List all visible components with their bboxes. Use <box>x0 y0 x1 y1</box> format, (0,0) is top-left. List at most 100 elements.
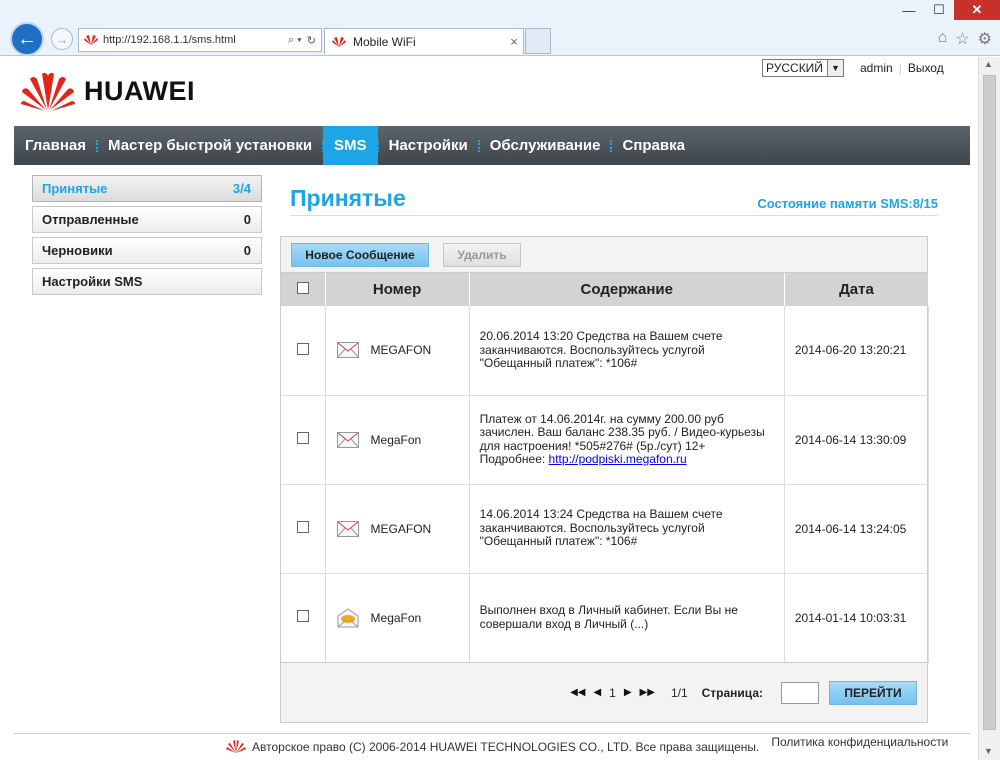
table-row[interactable]: MegaFon Выполнен вход в Личный кабинет. … <box>281 573 930 663</box>
close-window-button[interactable]: ✕ <box>954 0 1000 20</box>
message-text[interactable]: Выполнен вход в Личный кабинет. Если Вы … <box>480 603 738 631</box>
maximize-button[interactable]: ☐ <box>924 0 954 20</box>
sidebar-item-count: 3/4 <box>232 181 251 196</box>
privacy-link[interactable]: Политика конфиденциальности <box>771 735 948 749</box>
first-page-icon[interactable]: ◀◀ <box>570 687 585 698</box>
vertical-scrollbar[interactable]: ▲ ▼ <box>978 57 1000 760</box>
table-row[interactable]: MEGAFON 14.06.2014 13:24 Средства на Ваш… <box>281 484 930 574</box>
sidebar-item-count: 0 <box>243 212 251 227</box>
nav-home[interactable]: Главная <box>14 126 97 165</box>
message-text[interactable]: 14.06.2014 13:24 Средства на Вашем счете… <box>480 507 723 549</box>
row-checkbox[interactable] <box>296 521 309 533</box>
scroll-thumb[interactable] <box>983 75 996 730</box>
close-tab-icon[interactable]: × <box>505 34 523 49</box>
message-text[interactable]: 20.06.2014 13:20 Средства на Вашем счете… <box>480 329 723 370</box>
window-controls: — ☐ ✕ <box>894 0 1000 22</box>
minimize-button[interactable]: — <box>894 0 924 20</box>
sidebar-item-inbox[interactable]: Принятые 3/4 <box>32 175 262 202</box>
nav-help[interactable]: Справка <box>610 126 695 165</box>
row-checkbox[interactable] <box>296 342 309 355</box>
sidebar-item-label: Черновики <box>42 243 113 258</box>
table-row[interactable]: MegaFon Платеж от 14.06.2014г. на сумму … <box>281 395 930 485</box>
refresh-icon[interactable]: ↻ <box>307 34 316 47</box>
nav-settings[interactable]: Настройки <box>376 126 479 165</box>
main-nav: Главная Мастер быстрой установки SMS Нас… <box>14 126 970 165</box>
language-area: РУССКИЙ ▼ admin | Выход <box>762 59 944 77</box>
column-header-content[interactable]: Содержание <box>469 273 785 306</box>
go-button[interactable]: ПЕРЕЙТИ <box>829 680 917 705</box>
column-header-date[interactable]: Дата <box>784 273 930 306</box>
browser-tab[interactable]: Mobile WiFi × <box>324 28 524 54</box>
row-checkbox-cell <box>281 306 326 396</box>
table-row[interactable]: MEGAFON 20.06.2014 13:20 Средства на Ваш… <box>281 306 930 396</box>
prev-page-icon[interactable]: ◀ <box>593 687 601 698</box>
url-text[interactable]: http://192.168.1.1/sms.html <box>103 34 288 46</box>
pagination: ◀◀ ◀ 1 ▶ ▶▶ 1/1 Страница: ПЕРЕЙТИ <box>281 662 927 722</box>
column-header-number[interactable]: Номер <box>325 273 470 306</box>
forward-arrow-icon: → <box>55 31 69 47</box>
new-message-button[interactable]: Новое Сообщение <box>291 242 429 267</box>
search-dropdown-icon[interactable]: ⌕ ▾ <box>288 34 302 47</box>
scroll-down-icon[interactable]: ▼ <box>984 746 993 756</box>
message-cell[interactable]: Платеж от 14.06.2014г. на сумму 200.00 р… <box>469 395 785 485</box>
sender-cell: MEGAFON <box>325 306 470 396</box>
sender-name: MegaFon <box>370 432 422 447</box>
title-divider <box>290 215 938 216</box>
page-arrows: ◀◀ ◀ 1 ▶ ▶▶ <box>570 686 655 700</box>
sidebar-item-sms-settings[interactable]: Настройки SMS <box>32 268 262 295</box>
sender-cell: MegaFon <box>325 395 470 485</box>
huawei-small-logo-icon <box>226 740 246 753</box>
page-label: Страница: <box>701 685 763 700</box>
browser-tools: ⌂ ☆ ⚙ <box>938 29 992 49</box>
brand-name: HUAWEI <box>84 75 195 106</box>
language-select[interactable]: РУССКИЙ ▼ <box>762 59 844 77</box>
last-page-icon[interactable]: ▶▶ <box>640 687 655 698</box>
select-all-checkbox[interactable] <box>296 282 309 294</box>
sender-name: MEGAFON <box>370 521 432 536</box>
huawei-favicon-icon <box>84 35 98 45</box>
sender-cell: MegaFon <box>325 573 470 663</box>
new-tab-button[interactable] <box>525 28 551 54</box>
page-number-input[interactable] <box>781 681 819 704</box>
favorites-star-icon[interactable]: ☆ <box>955 29 969 49</box>
unread-envelope-icon <box>336 342 359 359</box>
nav-quick-setup[interactable]: Мастер быстрой установки <box>96 126 323 165</box>
row-checkbox[interactable] <box>296 432 309 444</box>
forward-button[interactable]: → <box>51 28 73 50</box>
footer-divider <box>14 733 970 734</box>
message-link[interactable]: http://podpiski.megafon.ru <box>549 452 687 466</box>
message-table: Номер Содержание Дата MEGAFON 20.06.2014… <box>281 273 930 663</box>
row-checkbox-cell <box>281 395 326 485</box>
address-bar[interactable]: http://192.168.1.1/sms.html ⌕ ▾ ↻ <box>78 28 322 52</box>
page-content: HUAWEI РУССКИЙ ▼ admin | Выход Главная М… <box>0 57 978 760</box>
message-date: 2014-06-14 13:24:05 <box>794 521 907 536</box>
memory-status: Состояние памяти SMS:8/15 <box>757 196 938 211</box>
message-cell[interactable]: 20.06.2014 13:20 Средства на Вашем счете… <box>469 306 785 396</box>
username: admin <box>860 61 893 75</box>
back-button[interactable]: ← <box>10 22 44 56</box>
nav-sms[interactable]: SMS <box>322 126 378 165</box>
select-all-cell <box>281 273 326 306</box>
message-cell[interactable]: Выполнен вход в Личный кабинет. Если Вы … <box>469 573 785 663</box>
sidebar-item-drafts[interactable]: Черновики 0 <box>32 237 262 264</box>
sidebar-item-count: 0 <box>243 243 251 258</box>
chevron-down-icon: ▼ <box>827 60 843 76</box>
message-date: 2014-06-14 13:30:09 <box>794 432 907 447</box>
next-page-icon[interactable]: ▶ <box>624 687 632 698</box>
sender-name: MEGAFON <box>370 343 432 358</box>
page-total: 1/1 <box>670 685 688 700</box>
delete-button[interactable]: Удалить <box>443 242 521 267</box>
unread-envelope-icon <box>336 431 359 448</box>
copyright-text: Авторское право (C) 2006-2014 HUAWEI TEC… <box>252 740 760 754</box>
row-checkbox-cell <box>281 573 326 663</box>
message-date: 2014-01-14 10:03:31 <box>794 610 907 625</box>
settings-gear-icon[interactable]: ⚙ <box>978 29 992 49</box>
current-page[interactable]: 1 <box>609 686 616 700</box>
scroll-up-icon[interactable]: ▲ <box>984 59 993 69</box>
message-cell[interactable]: 14.06.2014 13:24 Средства на Вашем счете… <box>469 484 785 574</box>
logout-link[interactable]: Выход <box>908 61 944 75</box>
nav-maintenance[interactable]: Обслуживание <box>477 126 612 165</box>
row-checkbox[interactable] <box>296 610 309 622</box>
sidebar-item-sent[interactable]: Отправленные 0 <box>32 206 262 233</box>
home-icon[interactable]: ⌂ <box>938 29 948 49</box>
